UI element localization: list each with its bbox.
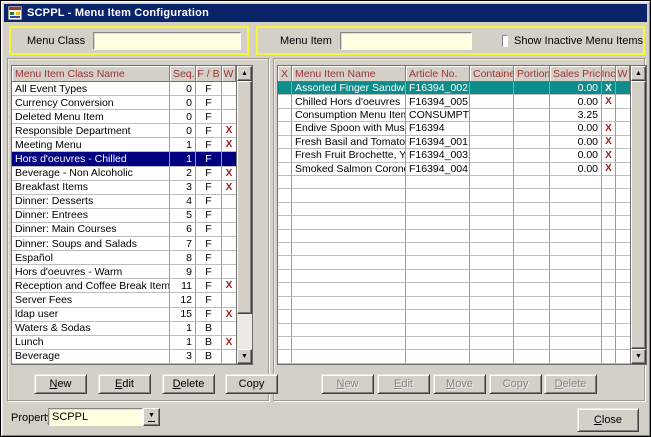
- window-title: SCPPL - Menu Item Configuration: [27, 7, 209, 19]
- menu-item-group: Menu Item Show Inactive Menu Items: [256, 26, 645, 55]
- item-move-button[interactable]: Move: [433, 374, 486, 394]
- column-header-w[interactable]: W: [222, 66, 236, 82]
- column-header-w2[interactable]: W: [616, 66, 630, 82]
- class-table-row[interactable]: Responsible Department0FX: [12, 124, 236, 138]
- item-table-scrollbar: [631, 65, 647, 365]
- property-label: Property: [11, 412, 53, 424]
- item-table-row[interactable]: Smoked Salmon Coronet, DillF16394_0040.0…: [278, 163, 630, 176]
- class-copy-button[interactable]: Copy: [225, 374, 278, 394]
- menu-item-configuration-window: SCPPL - Menu Item Configuration Menu Cla…: [0, 0, 651, 437]
- class-table-row[interactable]: Hors d'oeuvres - Chilled1F: [12, 152, 236, 166]
- column-header-x[interactable]: X: [278, 66, 292, 82]
- show-inactive-checkbox[interactable]: [502, 35, 508, 47]
- scroll-down-icon[interactable]: [237, 349, 252, 364]
- item-table-empty-row[interactable]: [278, 203, 630, 216]
- menu-item-input[interactable]: [340, 32, 472, 50]
- item-table-empty-row[interactable]: [278, 189, 630, 202]
- column-header-inc[interactable]: Inc: [602, 66, 616, 82]
- item-table-empty-row[interactable]: [278, 297, 630, 310]
- item-copy-button[interactable]: Copy: [489, 374, 542, 394]
- item-table-row[interactable]: Endive Spoon with MushroomF163940.00X: [278, 122, 630, 135]
- class-table-row[interactable]: ldap user15FX: [12, 308, 236, 322]
- class-edit-button[interactable]: Edit: [98, 374, 151, 394]
- item-table-empty-row[interactable]: [278, 216, 630, 229]
- class-table-row[interactable]: Deleted Menu Item0F: [12, 110, 236, 124]
- class-table-row[interactable]: Lunch1BX: [12, 336, 236, 350]
- class-table-row[interactable]: Beverage3B: [12, 350, 236, 364]
- menu-class-group: Menu Class: [9, 26, 249, 55]
- item-table-empty-row[interactable]: [278, 283, 630, 296]
- item-table-row[interactable]: Fresh Basil and Tomato BruscF16394_0010.…: [278, 136, 630, 149]
- item-table-empty-row[interactable]: [278, 176, 630, 189]
- column-header-class-name[interactable]: Menu Item Class Name: [12, 66, 170, 82]
- column-header-portion[interactable]: Portion: [514, 66, 550, 82]
- item-table-row[interactable]: Assorted Finger SandwichesF16394_0020.00…: [278, 82, 630, 95]
- show-inactive-label: Show Inactive Menu Items: [514, 35, 643, 47]
- class-table-row[interactable]: Hors d'oeuvres - Warm9F: [12, 265, 236, 279]
- column-header-container[interactable]: Container: [470, 66, 514, 82]
- titlebar: SCPPL - Menu Item Configuration: [4, 4, 647, 22]
- item-table-empty-row[interactable]: [278, 310, 630, 323]
- item-table-empty-row[interactable]: [278, 243, 630, 256]
- class-table-row[interactable]: Reception and Coffee Break Items11FX: [12, 279, 236, 293]
- menu-item-table: X Menu Item Name Article No. Container P…: [277, 65, 645, 365]
- class-table-row[interactable]: Dinner: Entrees5F: [12, 209, 236, 223]
- scrollbar-thumb[interactable]: [631, 81, 646, 349]
- column-header-fb[interactable]: F / B: [196, 66, 222, 82]
- class-table-row[interactable]: Beverage - Non Alcoholic2FX: [12, 167, 236, 181]
- class-table-row[interactable]: Dinner: Main Courses6F: [12, 223, 236, 237]
- class-table-row[interactable]: Dinner: Desserts4F: [12, 195, 236, 209]
- item-table-row[interactable]: Fresh Fruit Brochette, Yogurt SF16394_00…: [278, 149, 630, 162]
- item-new-button[interactable]: New: [321, 374, 374, 394]
- dropdown-arrow-icon[interactable]: [143, 408, 160, 426]
- class-table-scrollbar: [237, 65, 253, 365]
- class-table-row[interactable]: Server Fees12F: [12, 293, 236, 307]
- item-table-empty-row[interactable]: [278, 256, 630, 269]
- item-table-body: Assorted Finger SandwichesF16394_0020.00…: [278, 82, 630, 364]
- column-header-seq[interactable]: Seq.: [170, 66, 196, 82]
- item-table-empty-row[interactable]: [278, 270, 630, 283]
- menu-item-label: Menu Item: [280, 35, 332, 47]
- class-table-row[interactable]: Meeting Menu1FX: [12, 138, 236, 152]
- column-header-article-no[interactable]: Article No.: [406, 66, 470, 82]
- class-table-row[interactable]: Dinner: Soups and Salads7F: [12, 237, 236, 251]
- menu-item-table-header: X Menu Item Name Article No. Container P…: [278, 66, 630, 82]
- item-table-empty-row[interactable]: [278, 337, 630, 350]
- menu-class-label: Menu Class: [27, 35, 85, 47]
- class-table-row[interactable]: Currency Conversion0F: [12, 96, 236, 110]
- item-edit-button[interactable]: Edit: [377, 374, 430, 394]
- item-delete-button[interactable]: Delete: [544, 374, 597, 394]
- menu-class-table-header: Menu Item Class Name Seq. F / B W: [12, 66, 236, 82]
- menu-class-table: Menu Item Class Name Seq. F / B W All Ev…: [11, 65, 251, 365]
- item-table-empty-row[interactable]: [278, 350, 630, 363]
- scroll-up-icon[interactable]: [631, 66, 646, 81]
- class-table-body: All Event Types0FCurrency Conversion0FDe…: [12, 82, 236, 364]
- column-header-item-name[interactable]: Menu Item Name: [292, 66, 406, 82]
- close-button[interactable]: Close: [577, 408, 639, 432]
- app-icon: [8, 6, 22, 20]
- item-table-empty-row[interactable]: [278, 230, 630, 243]
- item-table-empty-row[interactable]: [278, 324, 630, 337]
- scrollbar-thumb[interactable]: [237, 81, 252, 314]
- class-table-row[interactable]: All Event Types0F: [12, 82, 236, 96]
- class-table-row[interactable]: Breakfast Items3FX: [12, 181, 236, 195]
- scroll-down-icon[interactable]: [631, 349, 646, 364]
- class-table-row[interactable]: Waters & Sodas1B: [12, 322, 236, 336]
- menu-class-input[interactable]: [93, 32, 241, 50]
- item-table-row[interactable]: Consumption Menu ItemCONSUMPTION3.25: [278, 109, 630, 122]
- scroll-up-icon[interactable]: [237, 66, 252, 81]
- property-select[interactable]: [48, 408, 143, 426]
- class-table-row[interactable]: Español8F: [12, 251, 236, 265]
- column-header-sales-price[interactable]: Sales Price: [550, 66, 602, 82]
- class-new-button[interactable]: New: [34, 374, 87, 394]
- item-table-row[interactable]: Chilled Hors d'oeuvresF16394_0050.00X: [278, 95, 630, 108]
- class-delete-button[interactable]: Delete: [162, 374, 215, 394]
